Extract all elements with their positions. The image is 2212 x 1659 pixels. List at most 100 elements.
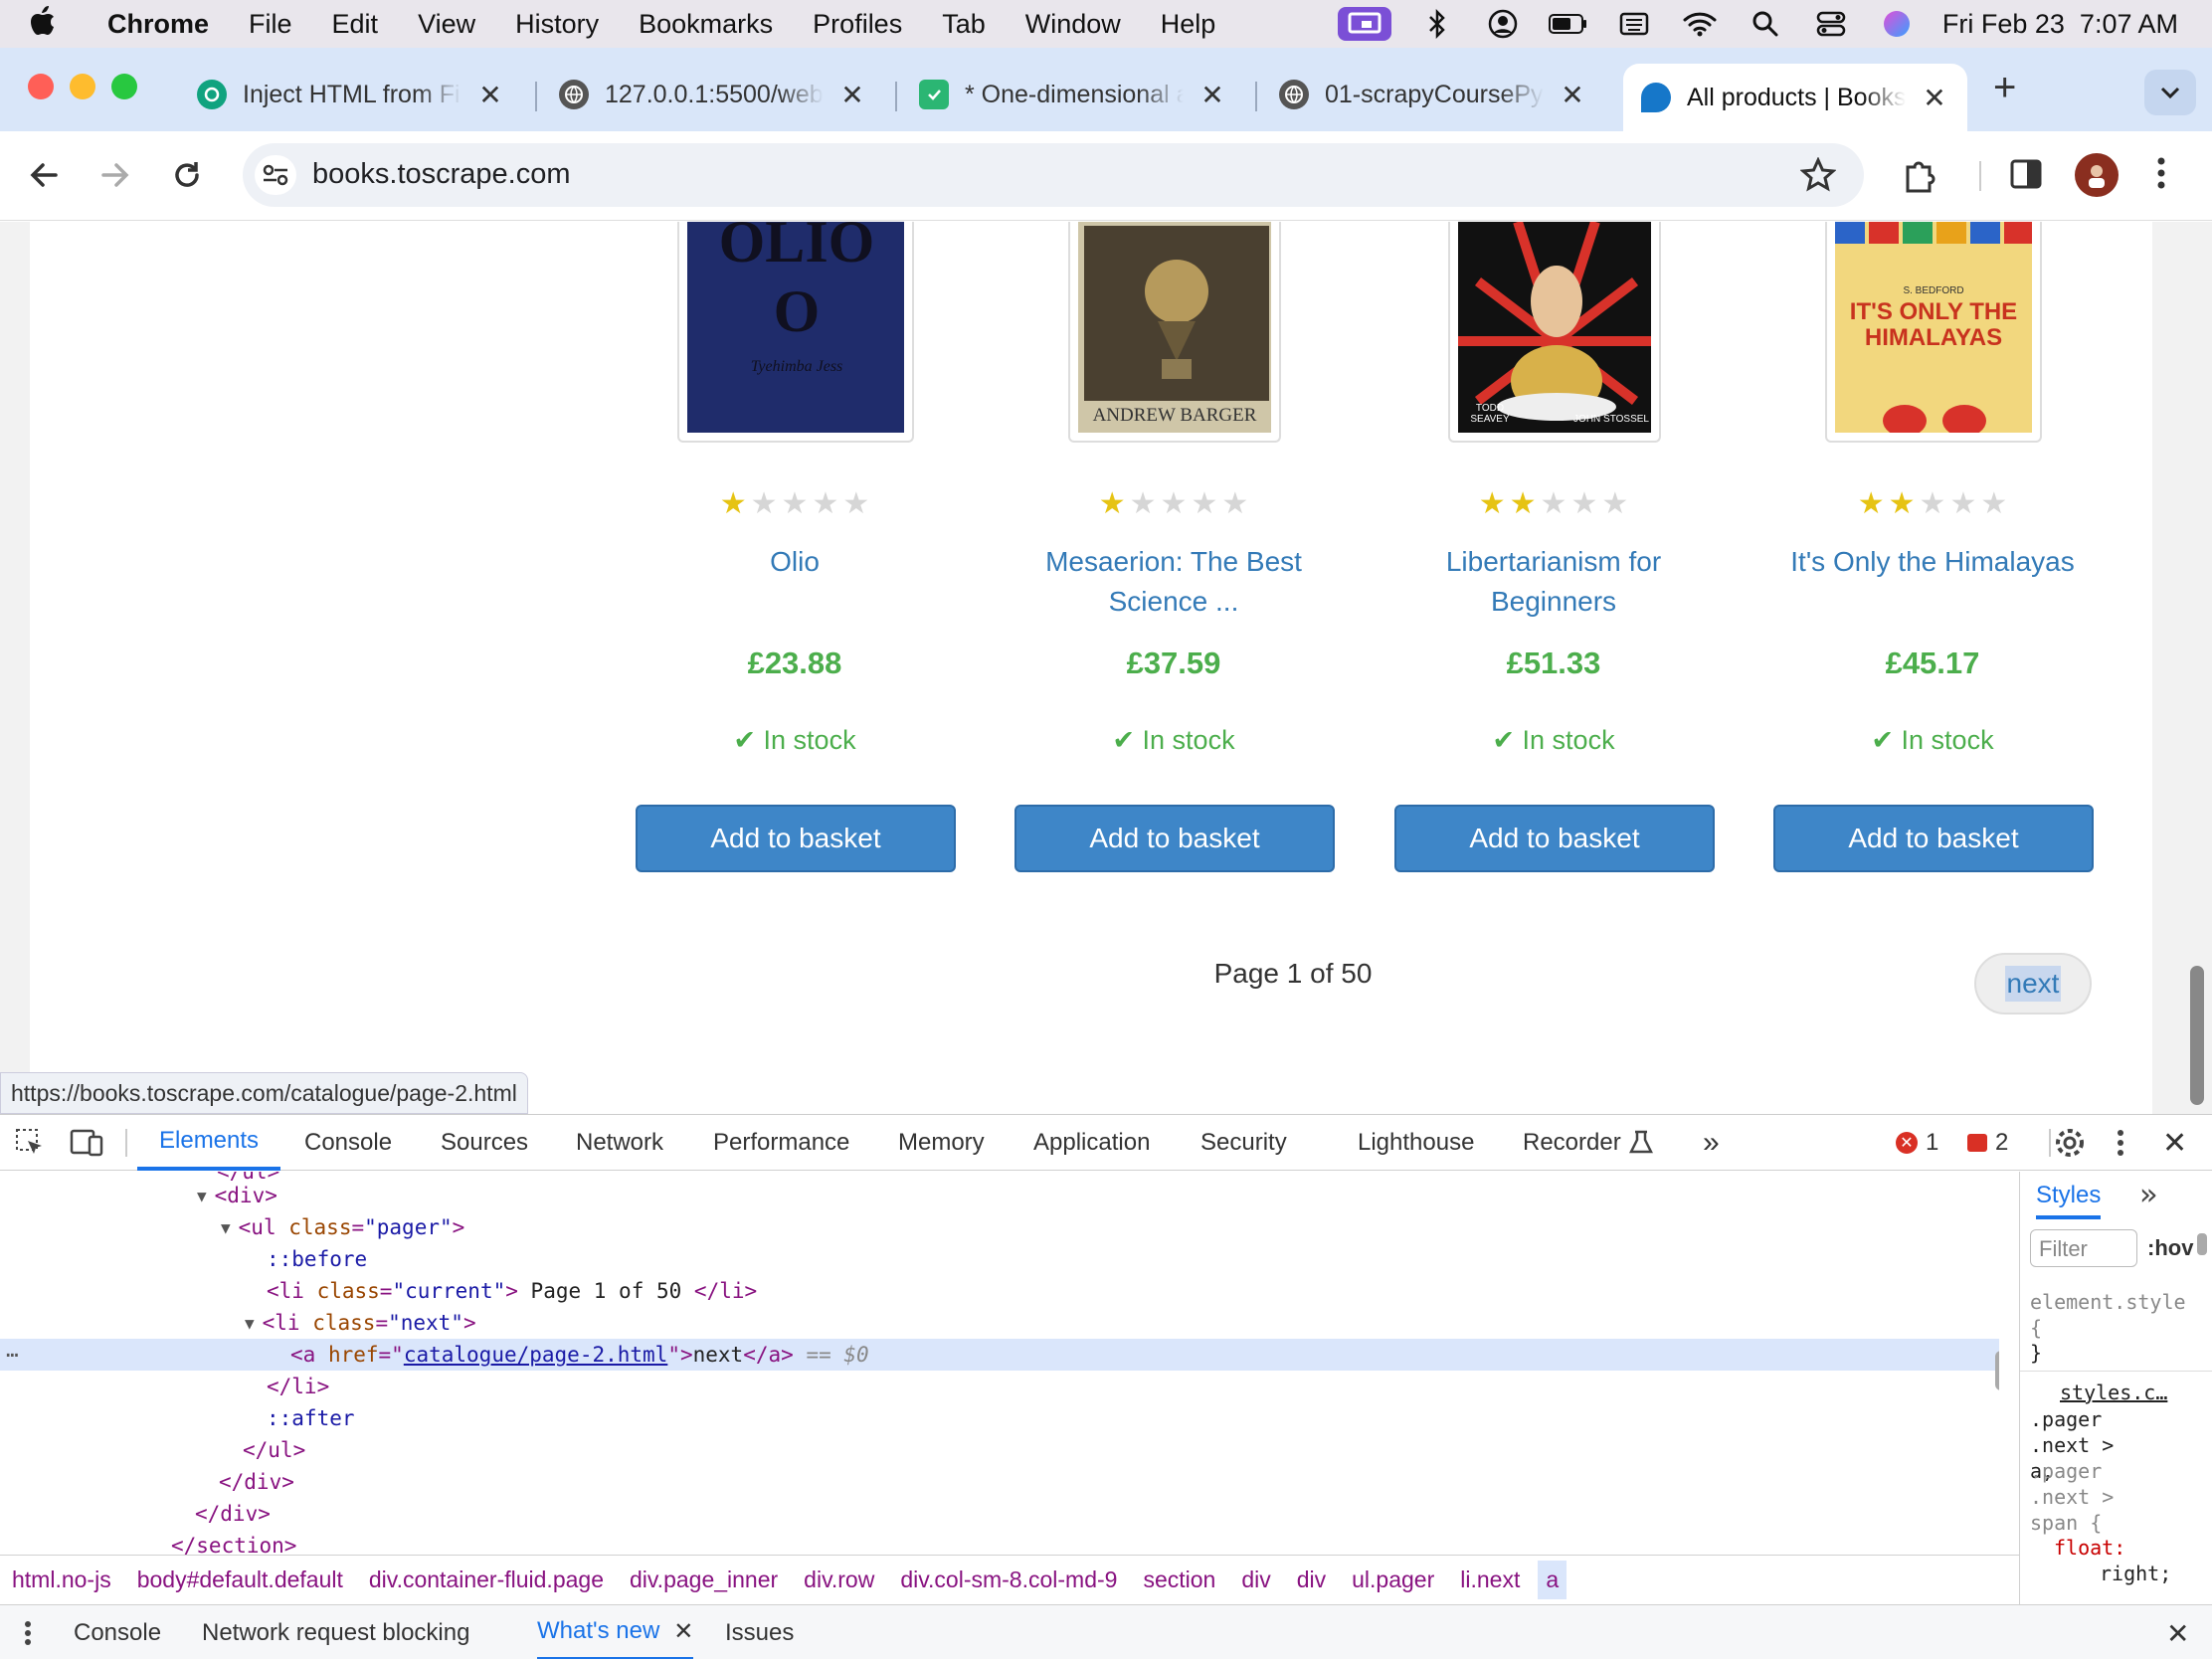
dom-href-link[interactable]: catalogue/page-2.html [404, 1343, 668, 1367]
close-tab-icon[interactable]: ✕ [837, 79, 867, 111]
drawer-tab-issues[interactable]: Issues [725, 1605, 794, 1659]
inspect-element-icon[interactable] [14, 1115, 46, 1171]
drawer-tab-whats-new[interactable]: What's new ✕ [537, 1605, 694, 1659]
tab-styles[interactable]: Styles [2036, 1182, 2102, 1219]
tab-lighthouse[interactable]: Lighthouse [1358, 1115, 1474, 1171]
breadcrumb-item[interactable]: div [1241, 1567, 1270, 1593]
menu-window[interactable]: Window [1025, 9, 1121, 40]
close-tab-icon[interactable]: ✕ [1920, 82, 1949, 114]
dom-line[interactable]: <li class = "current" > Page 1 of 50 </li> [0, 1275, 1999, 1307]
close-tab-icon[interactable]: ✕ [1198, 79, 1227, 111]
tab-console[interactable]: Console [304, 1115, 392, 1171]
product-title-link[interactable]: Olio [636, 542, 954, 582]
apple-menu-icon[interactable] [30, 5, 56, 43]
device-toolbar-icon[interactable] [70, 1115, 105, 1171]
book-cover-image[interactable]: OLIO O Tyehimba Jess [677, 222, 914, 443]
side-panel-icon[interactable] [2009, 157, 2043, 196]
menu-profiles[interactable]: Profiles [813, 9, 902, 40]
add-to-basket-button[interactable]: Add to basket [1394, 805, 1715, 872]
battery-icon[interactable] [1548, 7, 1588, 41]
screen-share-icon[interactable] [1337, 7, 1391, 41]
css-property-value[interactable]: right; [2100, 1562, 2171, 1585]
dom-line[interactable]: </div> [0, 1466, 1999, 1498]
breadcrumb-item[interactable]: ul.pager [1352, 1567, 1434, 1593]
product-title-link[interactable]: It's Only the Himalayas [1773, 542, 2092, 582]
dom-line[interactable]: </div> [0, 1498, 1999, 1530]
stylesheet-source-link[interactable]: styles.c… [2060, 1381, 2167, 1404]
dom-line[interactable]: ::before [0, 1243, 1999, 1275]
dom-line[interactable]: ▼ <div> [0, 1180, 1999, 1211]
tab-security[interactable]: Security [1200, 1115, 1287, 1171]
close-tab-icon[interactable]: ✕ [475, 79, 505, 111]
tab-all-products[interactable]: All products | Books to Scrape ✕ [1623, 64, 1967, 131]
breadcrumb-item[interactable]: div.page_inner [630, 1567, 778, 1593]
styles-scrollbar[interactable] [2197, 1233, 2207, 1255]
drawer-tab-network-request-blocking[interactable]: Network request blocking [202, 1605, 469, 1659]
drawer-menu-icon[interactable] [24, 1605, 32, 1659]
hover-state-toggle[interactable]: :hov [2147, 1235, 2193, 1261]
add-to-basket-button[interactable]: Add to basket [636, 805, 956, 872]
close-window-icon[interactable] [28, 74, 54, 99]
menu-tab[interactable]: Tab [942, 9, 986, 40]
tab-sources[interactable]: Sources [441, 1115, 528, 1171]
product-title-link[interactable]: Mesaerion: The Best Science ... [1014, 542, 1333, 622]
book-cover-image[interactable]: TODD SEAVEY JOHN STOSSEL [1448, 222, 1661, 443]
tab-scrapy-course[interactable]: 01-scrapyCoursePython ✕ [1279, 66, 1587, 123]
profile-avatar[interactable] [2075, 153, 2119, 197]
site-settings-icon[interactable] [255, 155, 296, 195]
keyboard-input-icon[interactable] [1614, 7, 1654, 41]
tab-performance[interactable]: Performance [713, 1115, 849, 1171]
tab-recorder[interactable]: Recorder [1523, 1115, 1653, 1171]
forward-arrow-icon[interactable] [97, 157, 133, 198]
tab-memory[interactable]: Memory [898, 1115, 985, 1171]
menu-help[interactable]: Help [1161, 9, 1216, 40]
pager-next-button[interactable]: next [1974, 953, 2092, 1014]
menu-view[interactable]: View [418, 9, 475, 40]
more-actions-ellipsis-icon[interactable]: ⋯ [6, 1343, 19, 1367]
tab-search-button[interactable] [2144, 70, 2196, 115]
styles-filter-input[interactable]: Filter [2030, 1229, 2137, 1267]
close-drawer-tab-icon[interactable]: ✕ [673, 1617, 693, 1646]
tab-application[interactable]: Application [1033, 1115, 1150, 1171]
tab-network[interactable]: Network [576, 1115, 663, 1171]
dom-line-selected[interactable]: ⋯ <a href =" catalogue/page-2.html "> next </a… [0, 1339, 1999, 1371]
devtools-menu-icon[interactable] [2117, 1115, 2124, 1171]
dom-line[interactable]: </li> [0, 1371, 1999, 1402]
user-account-icon[interactable] [1483, 7, 1523, 41]
dom-line[interactable]: ▼ < ul class = "pager" > [0, 1211, 1999, 1243]
close-drawer-icon[interactable]: ✕ [2166, 1605, 2189, 1659]
book-cover-image[interactable]: S. BEDFORD IT'S ONLY THE HIMALAYAS [1825, 222, 2042, 443]
settings-gear-icon[interactable] [2053, 1115, 2087, 1171]
spotlight-search-icon[interactable] [1746, 7, 1785, 41]
close-devtools-icon[interactable]: ✕ [2162, 1115, 2187, 1171]
add-to-basket-button[interactable]: Add to basket [1014, 805, 1335, 872]
css-property-name[interactable]: float: [2054, 1536, 2125, 1560]
extensions-puzzle-icon[interactable] [1902, 157, 1937, 198]
close-tab-icon[interactable]: ✕ [1558, 79, 1587, 111]
minimize-window-icon[interactable] [70, 74, 95, 99]
element-style-rule[interactable]: element.style { [2030, 1289, 2186, 1341]
maximize-window-icon[interactable] [111, 74, 137, 99]
back-arrow-icon[interactable] [26, 157, 62, 198]
expand-triangle-icon[interactable]: ▼ [245, 1314, 255, 1333]
dom-line[interactable]: </section> [0, 1530, 1999, 1555]
dom-line[interactable]: </ul> [0, 1434, 1999, 1466]
more-tabs-chevron-icon[interactable]: » [1703, 1115, 1720, 1171]
more-panes-chevron-icon[interactable]: » [2139, 1178, 2157, 1212]
dom-tree[interactable]: </ul> ▼ <div> ▼ < ul class = "pager" > ::befor… [0, 1172, 1999, 1555]
breadcrumb-item[interactable]: div [1297, 1567, 1326, 1593]
control-center-icon[interactable] [1811, 7, 1851, 41]
reload-icon[interactable] [169, 157, 205, 198]
breadcrumb-item[interactable]: div.row [804, 1567, 874, 1593]
new-tab-button[interactable]: + [1993, 66, 2016, 110]
product-title-link[interactable]: Libertarianism for Beginners [1394, 542, 1713, 622]
bluetooth-icon[interactable] [1417, 7, 1457, 41]
breadcrumb-item-selected[interactable]: a [1538, 1561, 1567, 1599]
dom-scrollbar[interactable] [1995, 1351, 1999, 1390]
address-bar[interactable]: books.toscrape.com [243, 143, 1864, 207]
tab-inject-html[interactable]: Inject HTML from Figma ✕ [197, 66, 505, 123]
tab-elements[interactable]: Elements [137, 1115, 281, 1171]
wifi-icon[interactable] [1680, 7, 1720, 41]
bookmark-star-icon[interactable] [1799, 156, 1837, 198]
dom-line[interactable]: ▼ <li class = "next" > [0, 1307, 1999, 1339]
